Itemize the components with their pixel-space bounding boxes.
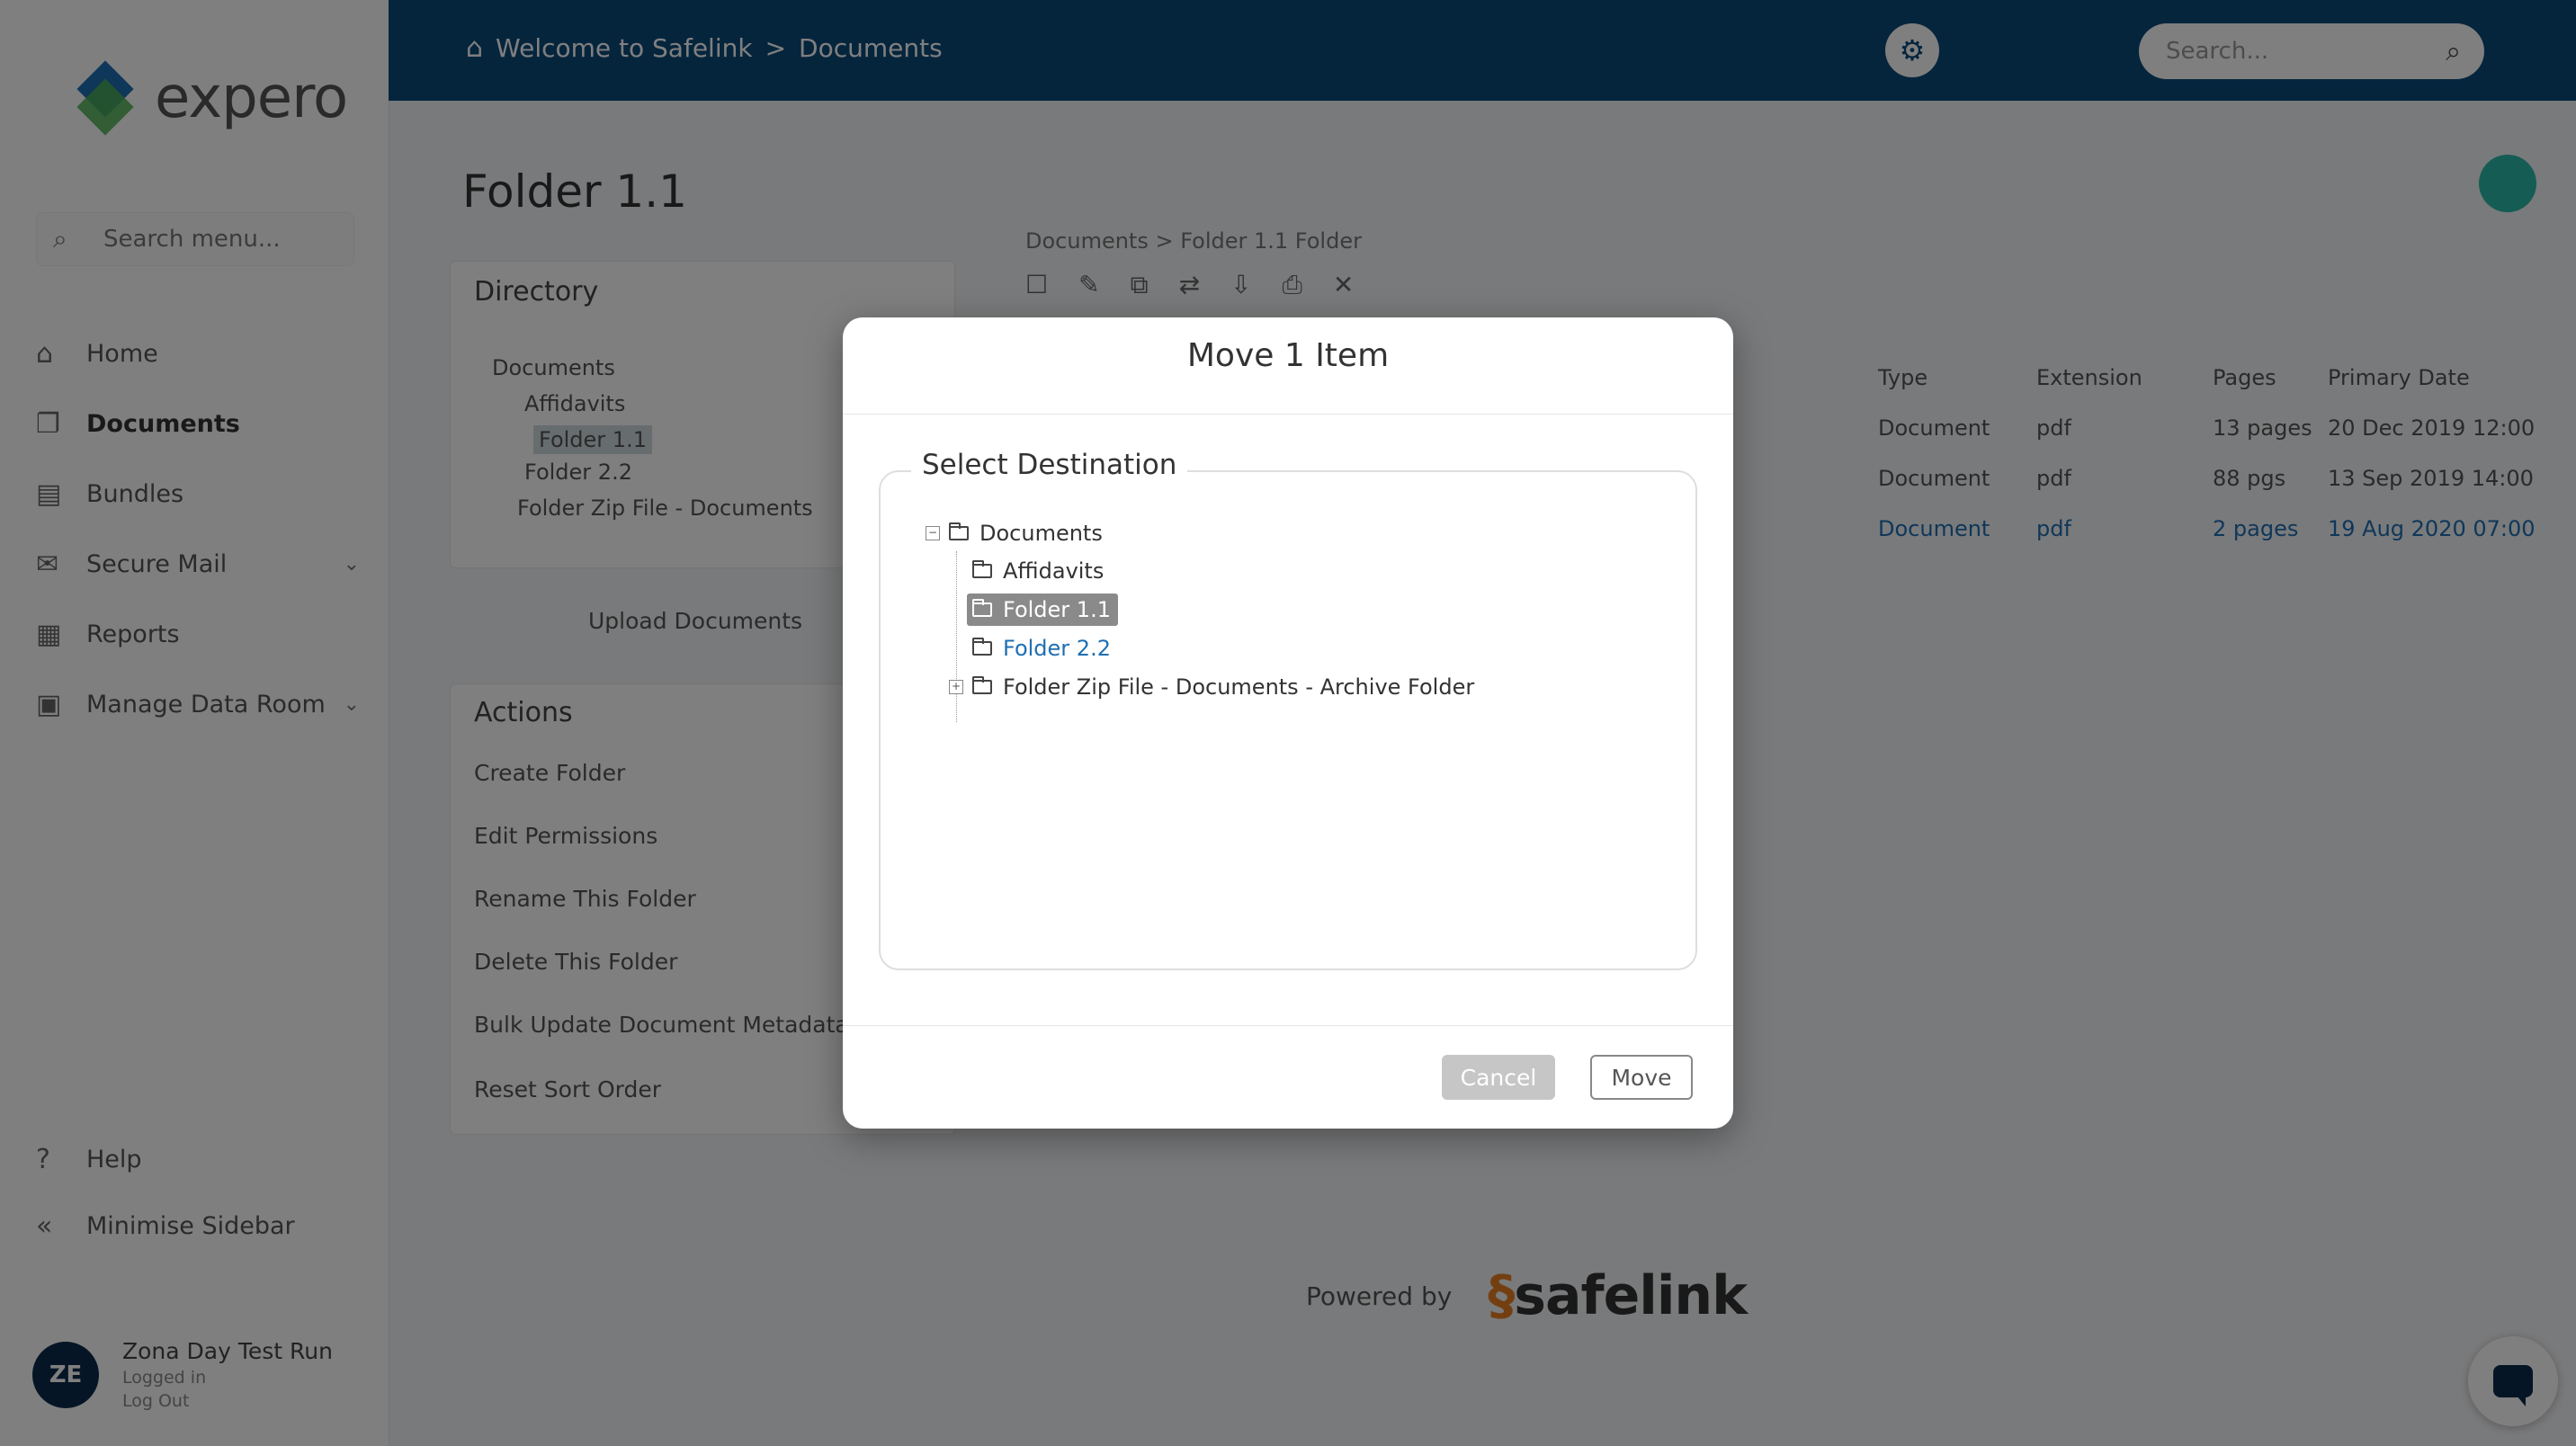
folder-icon — [972, 560, 992, 578]
tree-node-folder-zip-file[interactable]: + Folder Zip File - Documents - Archive … — [949, 671, 1480, 703]
collapse-toggle-icon[interactable]: − — [926, 526, 940, 540]
destination-legend: Select Destination — [911, 449, 1188, 481]
move-button[interactable]: Move — [1590, 1055, 1693, 1100]
tree-node-documents[interactable]: − Documents — [926, 517, 1108, 549]
divider — [843, 1025, 1733, 1026]
move-item-dialog: Move 1 Item Select Destination − Documen… — [843, 317, 1733, 1129]
dialog-title: Move 1 Item — [1186, 337, 1390, 374]
expand-toggle-icon[interactable]: + — [949, 680, 963, 694]
folder-open-icon — [949, 522, 969, 540]
folder-icon — [972, 638, 992, 656]
destination-fieldset: Select Destination − Documents Affidavit… — [879, 449, 1697, 970]
folder-icon — [972, 676, 992, 694]
tree-node-folder-1-1[interactable]: Folder 1.1 — [967, 594, 1118, 626]
cancel-button[interactable]: Cancel — [1442, 1055, 1555, 1100]
folder-icon — [972, 599, 992, 617]
tree-node-folder-2-2[interactable]: Folder 2.2 — [972, 632, 1116, 665]
divider — [843, 414, 1733, 415]
tree-node-affidavits[interactable]: Affidavits — [972, 555, 1109, 587]
